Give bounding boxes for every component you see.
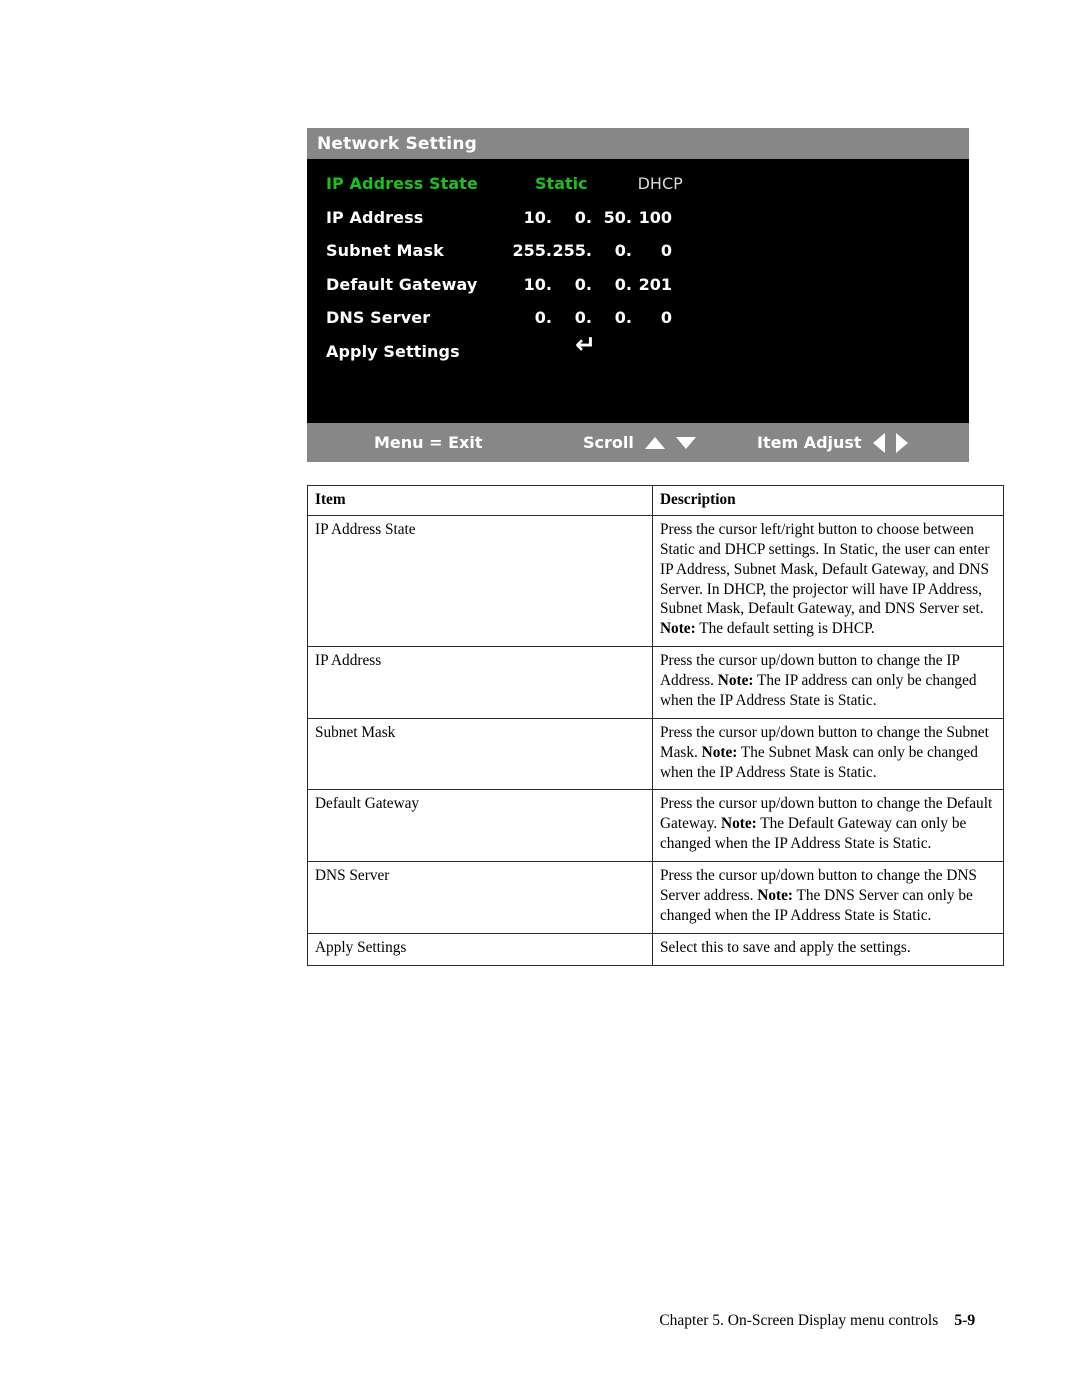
octet-1[interactable]: 255. — [512, 241, 552, 260]
osd-hint-scroll: Scroll — [583, 423, 696, 462]
table-row: IP Address State Press the cursor left/r… — [307, 514, 1004, 648]
osd-value-dns-server[interactable]: 0. 0. 0. 0 — [512, 308, 672, 327]
osd-row-ip-address-state[interactable]: IP Address State Static DHCP — [307, 167, 969, 201]
osd-network-setting-panel: Network Setting IP Address State Static D… — [307, 128, 969, 462]
note-text: The default setting is DHCP. — [699, 620, 875, 638]
osd-menu-list: IP Address State Static DHCP IP Address 1… — [307, 159, 969, 423]
table-header-item: Item — [307, 485, 653, 516]
description-text: Select this to save and apply the settin… — [660, 938, 911, 956]
octet-4[interactable]: 0 — [632, 308, 672, 327]
table-header-row: Item Description — [307, 485, 1004, 516]
note-label: Note: — [660, 620, 696, 638]
osd-title: Network Setting — [317, 133, 478, 154]
osd-option-static[interactable]: Static — [535, 174, 588, 193]
table-row: Subnet Mask Press the cursor up/down but… — [307, 717, 1004, 791]
note-label: Note: — [757, 886, 793, 904]
octet-1[interactable]: 10. — [512, 275, 552, 294]
osd-row-dns-server[interactable]: DNS Server 0. 0. 0. 0 — [307, 301, 969, 335]
octet-3[interactable]: 50. — [592, 208, 632, 227]
osd-row-ip-address[interactable]: IP Address 10. 0. 50. 100 — [307, 201, 969, 235]
octet-2[interactable]: 0. — [552, 308, 592, 327]
osd-row-subnet-mask[interactable]: Subnet Mask 255. 255. 0. 0 — [307, 234, 969, 268]
footer-chapter-text: Chapter 5. On-Screen Display menu contro… — [659, 1312, 939, 1329]
table-row: DNS Server Press the cursor up/down butt… — [307, 861, 1004, 934]
octet-3[interactable]: 0. — [592, 241, 632, 260]
octet-2[interactable]: 255. — [552, 241, 592, 260]
osd-label-dns-server: DNS Server — [326, 308, 431, 328]
osd-label-apply-settings: Apply Settings — [326, 341, 460, 361]
osd-row-default-gateway[interactable]: Default Gateway 10. 0. 0. 201 — [307, 268, 969, 302]
description-text: Press the cursor left/right button to ch… — [660, 520, 990, 618]
octet-1[interactable]: 0. — [512, 308, 552, 327]
octet-4[interactable]: 201 — [632, 275, 672, 294]
osd-hint-item-adjust-label: Item Adjust — [757, 433, 862, 452]
arrow-up-icon[interactable] — [644, 436, 665, 449]
osd-row-apply-settings[interactable]: Apply Settings ↵ — [307, 332, 969, 369]
osd-hint-item-adjust: Item Adjust — [757, 423, 908, 462]
table-cell-item: IP Address — [307, 646, 653, 719]
osd-hint-menu-exit-label: Menu = Exit — [374, 433, 483, 452]
octet-4[interactable]: 100 — [632, 208, 672, 227]
table-cell-description: Press the cursor up/down button to chang… — [652, 717, 1004, 791]
osd-value-subnet-mask[interactable]: 255. 255. 0. 0 — [512, 241, 672, 260]
table-cell-item: Default Gateway — [307, 789, 653, 862]
octet-3[interactable]: 0. — [592, 308, 632, 327]
octet-1[interactable]: 10. — [512, 208, 552, 227]
osd-label-ip-address: IP Address — [326, 207, 424, 227]
note-label: Note: — [721, 815, 757, 833]
octet-4[interactable]: 0 — [632, 241, 672, 260]
table-cell-item: DNS Server — [307, 861, 653, 934]
arrow-left-icon[interactable] — [872, 432, 885, 453]
table-row: Apply Settings Select this to save and a… — [307, 932, 1004, 966]
osd-label-ip-address-state: IP Address State — [326, 174, 478, 194]
table-cell-description: Press the cursor up/down button to chang… — [652, 789, 1004, 862]
table-row: IP Address Press the cursor up/down butt… — [307, 646, 1004, 719]
osd-title-bar: Network Setting — [307, 128, 969, 159]
table-cell-description: Press the cursor left/right button to ch… — [652, 514, 1004, 648]
page-number: 5-9 — [954, 1312, 975, 1329]
osd-label-default-gateway: Default Gateway — [326, 274, 478, 294]
osd-help-bar: Menu = Exit Scroll Item Adjust — [307, 423, 969, 462]
page-footer: Chapter 5. On-Screen Display menu contro… — [0, 1312, 975, 1330]
arrow-down-icon[interactable] — [675, 436, 696, 449]
table-cell-item: IP Address State — [307, 514, 653, 648]
table-cell-description: Press the cursor up/down button to chang… — [652, 861, 1004, 934]
note-label: Note: — [717, 672, 754, 689]
note-label: Note: — [701, 743, 738, 761]
osd-option-dhcp[interactable]: DHCP — [638, 174, 683, 193]
table-header-description: Description — [652, 485, 1004, 516]
table-cell-description: Select this to save and apply the settin… — [652, 932, 1004, 966]
table-cell-description: Press the cursor up/down button to chang… — [652, 646, 1004, 719]
octet-2[interactable]: 0. — [552, 275, 592, 294]
osd-value-ip-address[interactable]: 10. 0. 50. 100 — [512, 208, 672, 227]
arrow-right-icon[interactable] — [895, 432, 908, 453]
enter-return-arrow-icon[interactable]: ↵ — [575, 332, 596, 357]
table-row: Default Gateway Press the cursor up/down… — [307, 789, 1004, 862]
osd-item-description-table: Item Description IP Address State Press … — [307, 485, 1004, 966]
table-cell-item: Subnet Mask — [307, 717, 653, 791]
osd-value-default-gateway[interactable]: 10. 0. 0. 201 — [512, 275, 672, 294]
octet-3[interactable]: 0. — [592, 275, 632, 294]
osd-hint-menu-exit: Menu = Exit — [374, 423, 482, 462]
table-cell-item: Apply Settings — [307, 932, 653, 966]
octet-2[interactable]: 0. — [552, 208, 592, 227]
osd-value-ip-address-state: Static DHCP — [535, 174, 683, 193]
osd-label-subnet-mask: Subnet Mask — [326, 241, 444, 261]
osd-hint-scroll-label: Scroll — [583, 433, 634, 452]
